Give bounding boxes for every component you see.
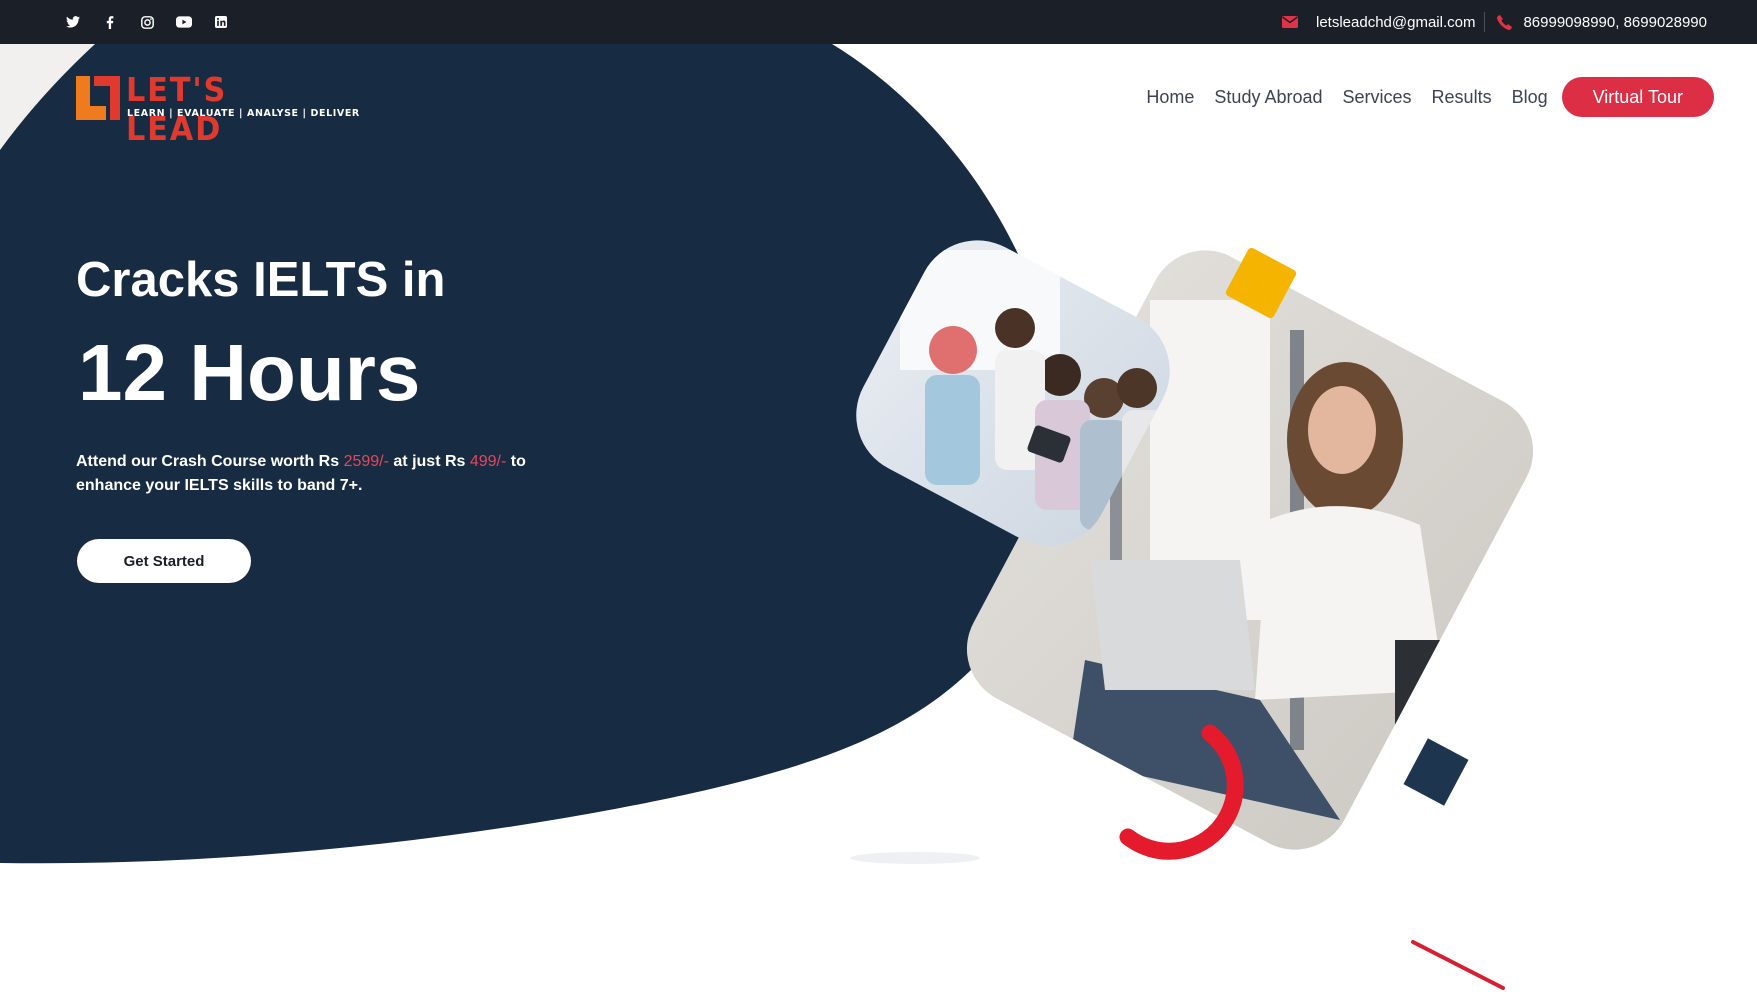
hero-image-collage bbox=[840, 230, 1553, 864]
